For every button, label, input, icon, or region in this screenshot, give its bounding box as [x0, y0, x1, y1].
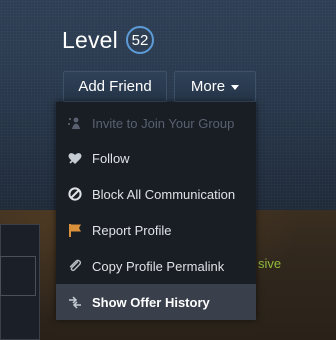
block-icon: [67, 186, 83, 202]
level-badge[interactable]: 52: [125, 26, 154, 54]
level-label: Level: [62, 26, 118, 53]
flag-icon: [67, 222, 83, 238]
more-button[interactable]: More: [174, 71, 256, 102]
menu-item-block-communication[interactable]: Block All Communication: [56, 176, 256, 212]
menu-item-report-profile[interactable]: Report Profile: [56, 212, 256, 248]
showcase-partial-text: sive: [258, 256, 282, 271]
menu-item-follow[interactable]: Follow: [56, 140, 256, 176]
menu-item-label: Show Offer History: [92, 294, 210, 310]
follow-heart-icon: [67, 150, 83, 166]
level-row: Level 52: [62, 22, 154, 58]
invite-icon: [67, 115, 83, 131]
chevron-down-icon: [231, 85, 240, 90]
menu-item-invite-to-group[interactable]: Invite to Join Your Group: [56, 105, 256, 141]
menu-item-label: Block All Communication: [92, 186, 236, 202]
menu-item-label: Report Profile: [92, 222, 172, 238]
showcase-side-panel-frame: [0, 256, 36, 296]
paperclip-icon: [67, 258, 83, 274]
trade-arrows-icon: [67, 294, 83, 310]
menu-item-offer-history[interactable]: Show Offer History: [56, 284, 256, 320]
add-friend-button[interactable]: Add Friend: [63, 71, 167, 102]
menu-item-label: Invite to Join Your Group: [92, 115, 235, 131]
menu-item-copy-permalink[interactable]: Copy Profile Permalink: [56, 248, 256, 284]
more-label: More: [190, 78, 226, 95]
more-dropdown-menu: Invite to Join Your Group Follow Block A…: [56, 102, 256, 320]
menu-item-label: Copy Profile Permalink: [92, 258, 225, 274]
add-friend-label: Add Friend: [78, 78, 152, 95]
menu-item-label: Follow: [92, 150, 130, 166]
